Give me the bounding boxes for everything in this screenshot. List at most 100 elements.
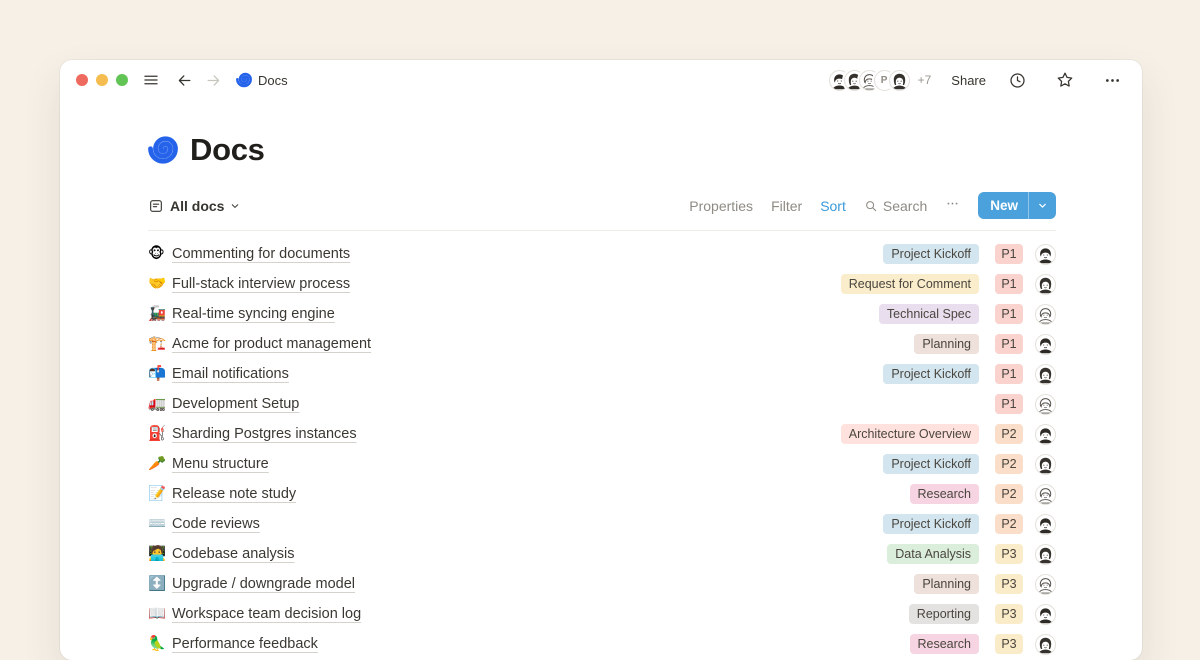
doc-type-tag: Technical Spec — [879, 304, 979, 324]
assignee-avatar — [1035, 634, 1056, 655]
view-more-options-icon[interactable] — [945, 196, 960, 216]
view-switcher-label: All docs — [170, 198, 224, 214]
doc-emoji-icon: 🚂 — [148, 307, 172, 322]
doc-title-link[interactable]: Development Setup — [172, 396, 299, 412]
avatar-overflow-count: +7 — [918, 73, 932, 87]
new-button-chevron-icon[interactable] — [1029, 200, 1056, 211]
doc-row[interactable]: 📝 Release note study Research P2 — [148, 479, 1056, 509]
priority-badge: P1 — [995, 274, 1023, 294]
properties-button[interactable]: Properties — [689, 198, 753, 214]
priority-badge: P1 — [995, 244, 1023, 264]
app-window: Docs P +7 Share Docs All docs Pr — [60, 60, 1142, 660]
doc-title-link[interactable]: Menu structure — [172, 456, 269, 472]
priority-badge: P2 — [995, 454, 1023, 474]
doc-title-link[interactable]: Full-stack interview process — [172, 276, 350, 292]
assignee-avatar — [1035, 394, 1056, 415]
priority-badge: P3 — [995, 574, 1023, 594]
doc-row[interactable]: 🚛 Development Setup P1 — [148, 389, 1056, 419]
doc-row[interactable]: ⛽ Sharding Postgres instances Architectu… — [148, 419, 1056, 449]
doc-title-link[interactable]: Real-time syncing engine — [172, 306, 335, 322]
doc-type-tag: Reporting — [909, 604, 979, 624]
priority-badge: P1 — [995, 304, 1023, 324]
new-button-label: New — [978, 198, 1028, 213]
doc-title-link[interactable]: Sharding Postgres instances — [172, 426, 357, 442]
doc-type-tag: Data Analysis — [887, 544, 979, 564]
doc-title-link[interactable]: Commenting for documents — [172, 246, 350, 262]
forward-button[interactable] — [205, 72, 222, 89]
doc-type-tag: Research — [910, 634, 980, 654]
doc-row[interactable]: ↕️ Upgrade / downgrade model Planning P3 — [148, 569, 1056, 599]
priority-badge: P3 — [995, 634, 1023, 654]
doc-title-link[interactable]: Email notifications — [172, 366, 289, 382]
page-title: Docs — [190, 132, 265, 168]
doc-type-tag: Project Kickoff — [883, 364, 979, 384]
doc-row[interactable]: 🏗️ Acme for product management Planning … — [148, 329, 1056, 359]
close-window-button[interactable] — [76, 74, 88, 86]
docs-list: 🐵 Commenting for documents Project Kicko… — [148, 231, 1056, 659]
doc-type-tag: Request for Comment — [841, 274, 979, 294]
share-button[interactable]: Share — [945, 72, 992, 89]
priority-badge: P1 — [995, 334, 1023, 354]
doc-emoji-icon: ↕️ — [148, 577, 172, 592]
assignee-avatar — [1035, 604, 1056, 625]
page-content: Docs All docs Properties Filter Sort Sea… — [60, 132, 1142, 659]
search-icon — [864, 199, 878, 213]
doc-type-tag: Project Kickoff — [883, 244, 979, 264]
minimize-window-button[interactable] — [96, 74, 108, 86]
doc-type-tag: Architecture Overview — [841, 424, 979, 444]
doc-emoji-icon: 🏗️ — [148, 337, 172, 352]
priority-badge: P2 — [995, 424, 1023, 444]
titlebar-breadcrumb[interactable]: Docs — [236, 72, 288, 88]
doc-title-link[interactable]: Release note study — [172, 486, 296, 502]
chevron-down-icon — [230, 201, 240, 211]
doc-title-link[interactable]: Code reviews — [172, 516, 260, 532]
doc-row[interactable]: ⌨️ Code reviews Project Kickoff P2 — [148, 509, 1056, 539]
doc-row[interactable]: 🦜 Performance feedback Research P3 — [148, 629, 1056, 659]
window-titlebar: Docs P +7 Share — [60, 60, 1142, 100]
view-actions: Properties Filter Sort Search New — [689, 192, 1056, 219]
doc-row[interactable]: 🤝 Full-stack interview process Request f… — [148, 269, 1056, 299]
view-switcher[interactable]: All docs — [148, 198, 240, 214]
doc-row[interactable]: 🧑‍💻 Codebase analysis Data Analysis P3 — [148, 539, 1056, 569]
doc-row[interactable]: 🚂 Real-time syncing engine Technical Spe… — [148, 299, 1056, 329]
doc-emoji-icon: 🥕 — [148, 457, 172, 472]
sidebar-toggle-icon[interactable] — [142, 71, 160, 89]
doc-row[interactable]: 📖 Workspace team decision log Reporting … — [148, 599, 1056, 629]
doc-row[interactable]: 🐵 Commenting for documents Project Kicko… — [148, 239, 1056, 269]
doc-emoji-icon: ⌨️ — [148, 517, 172, 532]
doc-row[interactable]: 🥕 Menu structure Project Kickoff P2 — [148, 449, 1056, 479]
sort-button[interactable]: Sort — [820, 198, 846, 214]
doc-title-link[interactable]: Acme for product management — [172, 336, 371, 352]
search-button[interactable]: Search — [864, 198, 927, 214]
priority-badge: P2 — [995, 514, 1023, 534]
favorite-star-icon[interactable] — [1055, 70, 1075, 90]
doc-type-tag: Planning — [914, 574, 979, 594]
desktop: { "titlebar": { "title": "Docs", "avatar… — [0, 0, 1200, 630]
collaborator-avatar[interactable] — [889, 70, 910, 91]
doc-emoji-icon: 🐵 — [148, 247, 172, 262]
doc-emoji-icon: 📝 — [148, 487, 172, 502]
doc-emoji-icon: 🦜 — [148, 637, 172, 652]
doc-type-tag: Planning — [914, 334, 979, 354]
titlebar-doc-title: Docs — [258, 73, 288, 88]
collaborator-avatar-stack[interactable]: P — [829, 70, 910, 91]
page-spiral-icon — [148, 135, 178, 165]
assignee-avatar — [1035, 484, 1056, 505]
doc-title-link[interactable]: Workspace team decision log — [172, 606, 361, 622]
new-button[interactable]: New — [978, 192, 1056, 219]
filter-button[interactable]: Filter — [771, 198, 802, 214]
zoom-window-button[interactable] — [116, 74, 128, 86]
doc-type-tag: Research — [910, 484, 980, 504]
doc-emoji-icon: 🚛 — [148, 397, 172, 412]
updates-clock-icon[interactable] — [1008, 71, 1027, 90]
back-button[interactable] — [176, 72, 193, 89]
doc-title-link[interactable]: Upgrade / downgrade model — [172, 576, 355, 592]
doc-row[interactable]: 📬 Email notifications Project Kickoff P1 — [148, 359, 1056, 389]
doc-emoji-icon: ⛽ — [148, 427, 172, 442]
more-options-icon[interactable] — [1103, 71, 1122, 90]
doc-title-link[interactable]: Performance feedback — [172, 636, 318, 652]
doc-emoji-icon: 📬 — [148, 367, 172, 382]
doc-emoji-icon: 🤝 — [148, 277, 172, 292]
assignee-avatar — [1035, 244, 1056, 265]
doc-title-link[interactable]: Codebase analysis — [172, 546, 295, 562]
